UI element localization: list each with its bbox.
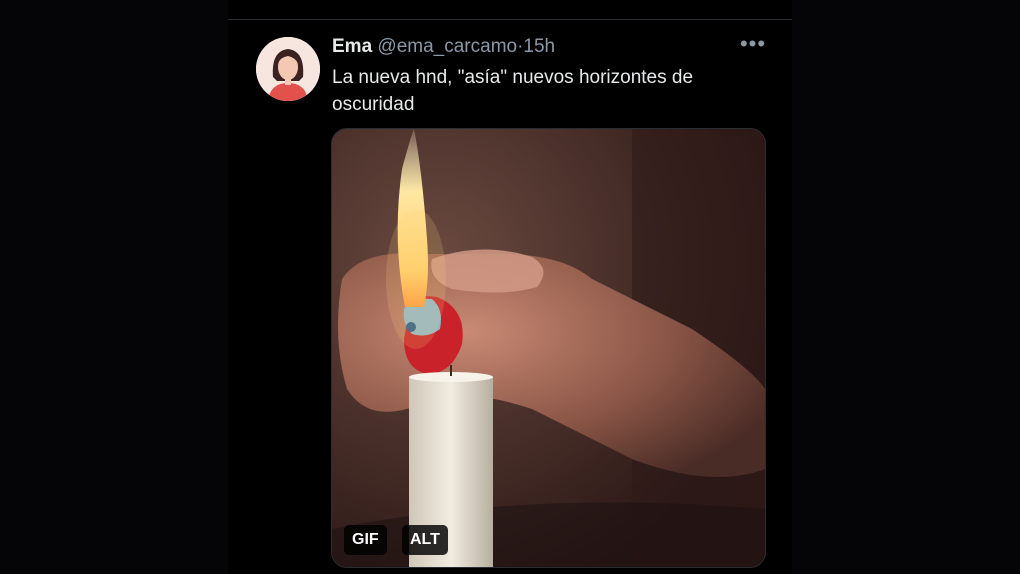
tweet-header: Ema @ema_carcamo·15h — [332, 36, 555, 58]
right-background-panel — [792, 0, 1020, 574]
gif-badge[interactable]: GIF — [344, 525, 387, 555]
avatar[interactable] — [256, 37, 320, 101]
more-horizontal-icon[interactable]: ••• — [738, 33, 768, 58]
candle-lighter-image — [332, 129, 765, 567]
avatar-illustration — [256, 37, 320, 101]
alt-text-badge[interactable]: ALT — [402, 525, 448, 555]
post-time[interactable]: 15h — [523, 36, 555, 57]
author-name[interactable]: Ema — [332, 36, 372, 57]
author-handle[interactable]: @ema_carcamo — [377, 36, 517, 57]
timeline-column: Ema @ema_carcamo·15h ••• La nueva hnd, "… — [228, 0, 792, 574]
left-background-panel — [0, 0, 228, 574]
tweet-text: La nueva hnd, "asía" nuevos horizontes d… — [332, 67, 694, 115]
tweet-media-gif[interactable]: GIF ALT — [331, 128, 766, 568]
post-divider — [228, 19, 792, 20]
